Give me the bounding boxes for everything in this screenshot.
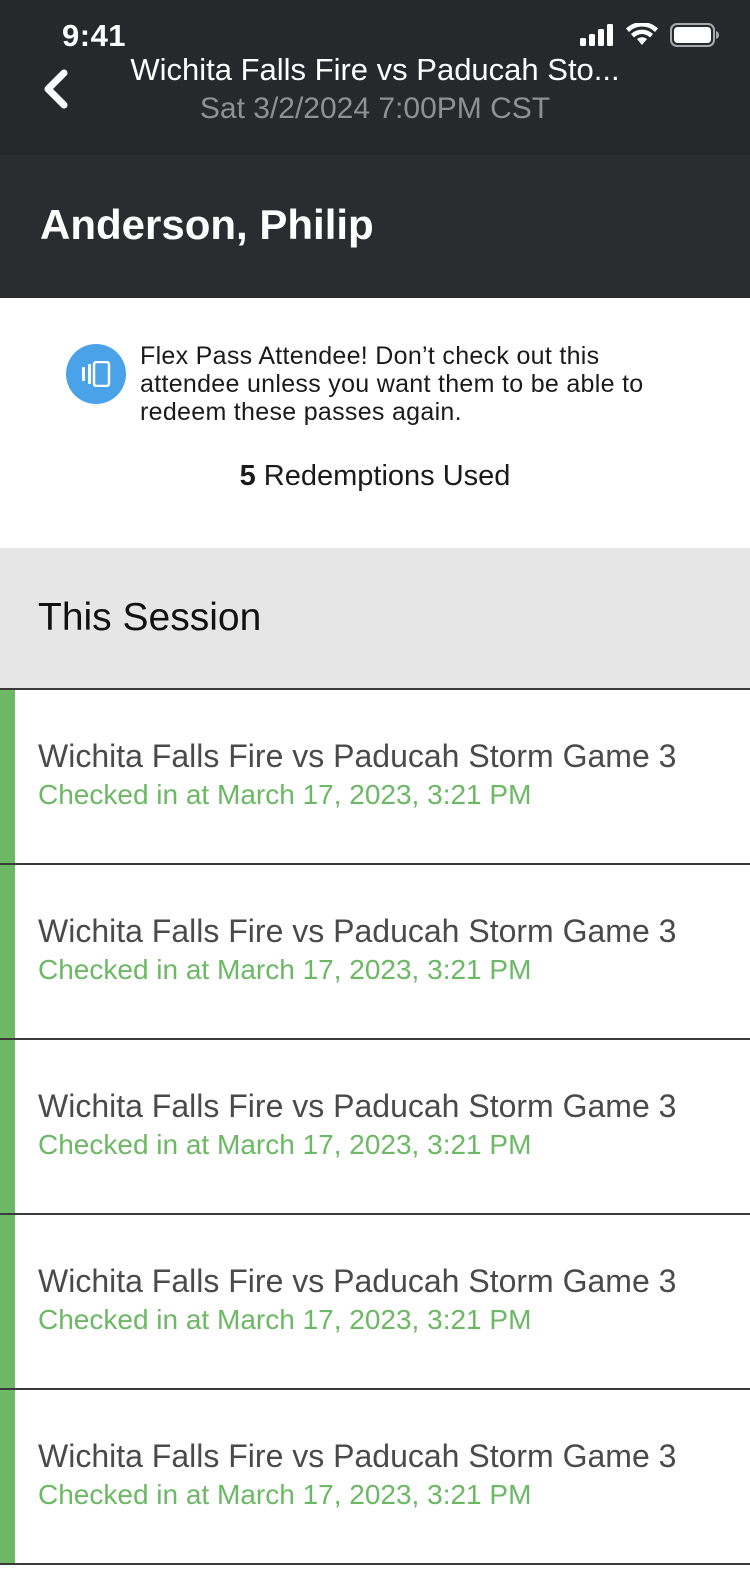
section-header: This Session [0,548,750,690]
session-title: Wichita Falls Fire vs Paducah Storm Game… [38,1263,677,1299]
flex-pass-icon [66,344,126,404]
check-in-status: Checked in at March 17, 2023, 3:21 PM [38,1129,532,1160]
session-title: Wichita Falls Fire vs Paducah Storm Game… [38,913,677,949]
session-row[interactable]: Wichita Falls Fire vs Paducah Storm Game… [0,1040,750,1215]
checked-in-indicator [0,1040,15,1213]
checked-in-indicator [0,1215,15,1388]
check-in-status: Checked in at March 17, 2023, 3:21 PM [38,954,532,985]
checked-in-indicator [0,690,15,863]
session-row[interactable]: Wichita Falls Fire vs Paducah Storm Game… [0,1215,750,1390]
check-in-status: Checked in at March 17, 2023, 3:21 PM [38,1304,532,1335]
check-in-status: Checked in at March 17, 2023, 3:21 PM [38,779,532,810]
session-row[interactable]: Wichita Falls Fire vs Paducah Storm Game… [0,690,750,865]
top-bar: 9:41 Wichita Falls Fire vs Paducah Sto..… [0,0,750,155]
flex-pass-message: Flex Pass Attendee! Don’t check out this… [140,342,644,426]
session-title: Wichita Falls Fire vs Paducah Storm Game… [38,1438,677,1474]
redemptions-used: 5 Redemptions Used [0,460,750,493]
session-row[interactable]: Wichita Falls Fire vs Paducah Storm Game… [0,1390,750,1565]
check-in-status: Checked in at March 17, 2023, 3:21 PM [38,1479,532,1510]
event-title: Wichita Falls Fire vs Paducah Sto... [130,52,620,87]
signal-icon [580,23,614,51]
checked-in-indicator [0,1390,15,1563]
flex-pass-notice: Flex Pass Attendee! Don’t check out this… [0,298,750,548]
checked-in-indicator [0,865,15,1038]
session-row[interactable]: Wichita Falls Fire vs Paducah Storm Game… [0,865,750,1040]
redemptions-count: 5 [239,460,256,492]
status-time: 9:41 [62,18,127,53]
session-title: Wichita Falls Fire vs Paducah Storm Game… [38,1088,677,1124]
chevron-left-icon [42,69,70,114]
session-title: Wichita Falls Fire vs Paducah Storm Game… [38,738,677,774]
section-title: This Session [38,596,262,639]
attendee-name: Anderson, Philip [40,201,374,248]
event-datetime: Sat 3/2/2024 7:00PM CST [199,92,551,125]
back-button[interactable] [34,66,78,116]
session-list: Wichita Falls Fire vs Paducah Storm Game… [0,690,750,1565]
battery-icon [670,22,720,52]
redemptions-label: Redemptions Used [263,460,511,492]
status-icons [580,21,720,52]
wifi-icon [626,21,658,52]
attendee-header: Anderson, Philip [0,155,750,298]
